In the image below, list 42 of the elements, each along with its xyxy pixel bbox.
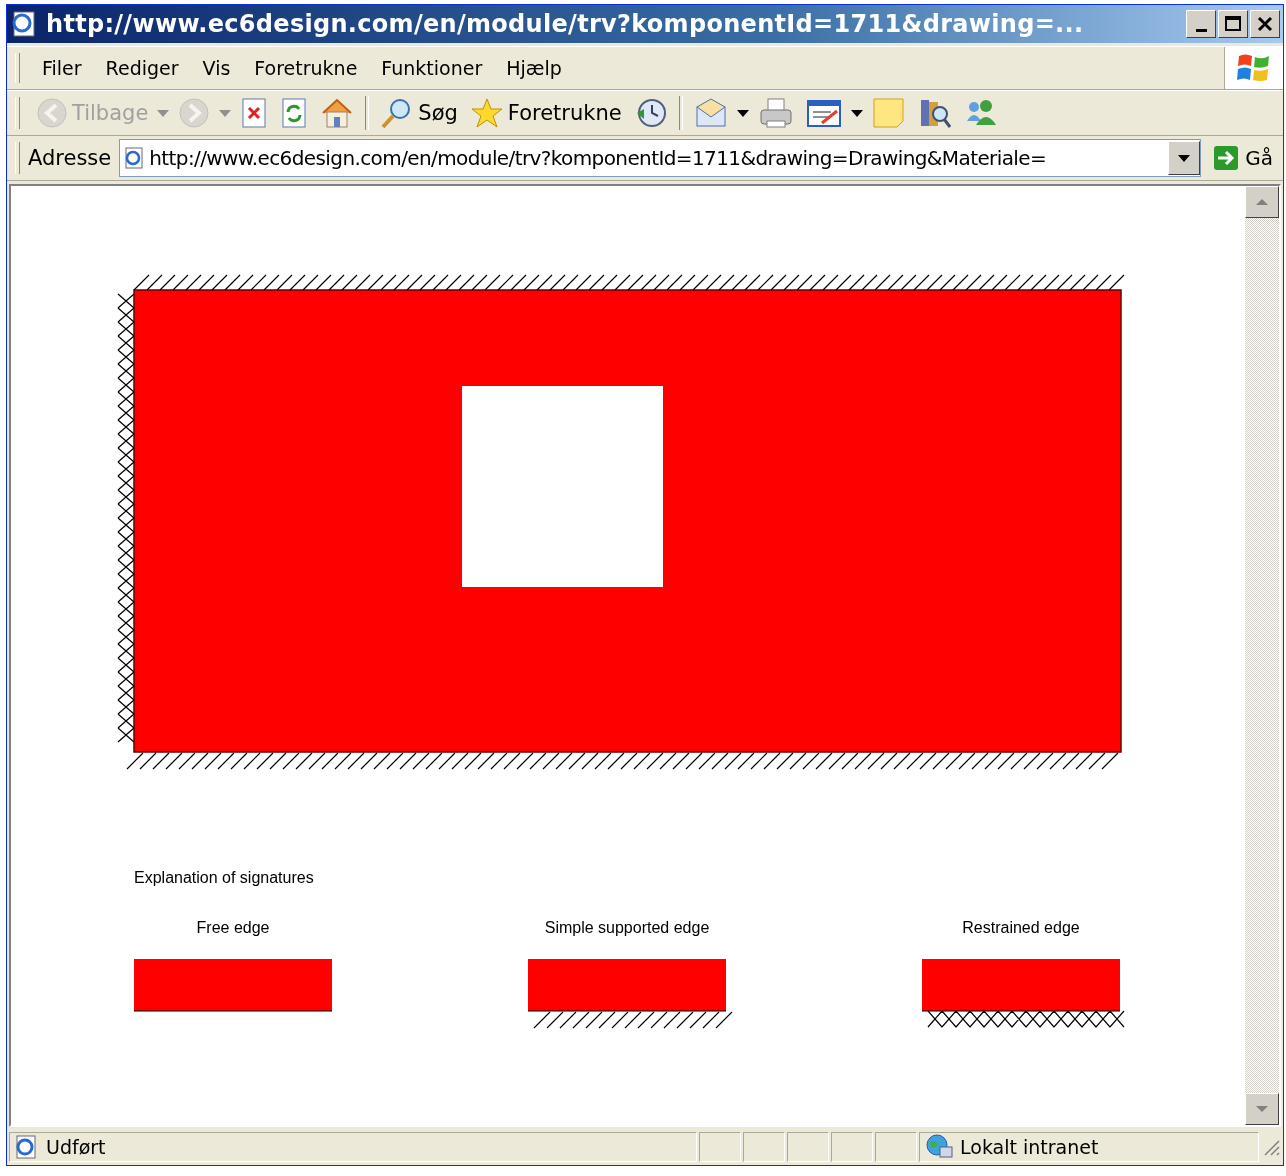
- close-button[interactable]: [1250, 10, 1280, 38]
- status-panel: [787, 1132, 829, 1162]
- legend-label: Restrained edge: [962, 919, 1080, 936]
- maximize-icon: [1224, 15, 1242, 33]
- scroll-down-button[interactable]: [1245, 1093, 1279, 1125]
- arrow-right-icon: [1213, 145, 1240, 171]
- status-text: Udført: [46, 1136, 106, 1158]
- dropdown-caret-icon[interactable]: [735, 108, 750, 118]
- window-flag-logo-icon: [1236, 52, 1272, 84]
- caret-icon: [1177, 153, 1192, 163]
- menu-item[interactable]: Rediger: [93, 55, 191, 81]
- legend-title: Explanation of signatures: [134, 869, 314, 886]
- menu-item[interactable]: Hjælp: [494, 55, 574, 81]
- go-button[interactable]: Gå: [1205, 145, 1283, 171]
- legend-label: Free edge: [196, 919, 270, 936]
- dropdown-caret-icon[interactable]: [849, 108, 864, 118]
- page-icon: [123, 146, 146, 170]
- legend-label: Simple supported edge: [544, 919, 710, 936]
- status-panel: [875, 1132, 917, 1162]
- scroll-up-button[interactable]: [1245, 186, 1279, 218]
- maximize-button[interactable]: [1218, 10, 1248, 38]
- address-label: Adresse: [28, 146, 112, 170]
- address-field[interactable]: http://www.ec6design.com/en/module/trv?komponentId=1711&drawing=Drawing&Materiale=: [119, 139, 1202, 177]
- menu-item[interactable]: Foretrukne: [242, 55, 370, 81]
- status-panel: [831, 1132, 873, 1162]
- menu-item[interactable]: Funktioner: [369, 55, 495, 81]
- status-panel: [743, 1132, 785, 1162]
- zone-label: Lokalt intranet: [960, 1136, 1099, 1158]
- menu-item[interactable]: Filer: [30, 55, 94, 81]
- down-arrow-icon: [1255, 1104, 1269, 1114]
- favorites-toolbar-button[interactable]: Foretrukne: [465, 95, 626, 131]
- close-icon: [1256, 15, 1274, 33]
- menu-item[interactable]: Vis: [190, 55, 243, 81]
- up-arrow-icon: [1255, 197, 1269, 207]
- minimize-button[interactable]: [1186, 10, 1216, 38]
- star-icon[interactable]: [469, 97, 504, 129]
- window-title: http://www.ec6design.com/en/module/trv?komponentId=1711&drawing=...: [46, 10, 1085, 38]
- dropdown-button[interactable]: [1168, 141, 1201, 175]
- search-toolbar-button[interactable]: Søg: [376, 95, 462, 131]
- minimize-icon: [1195, 28, 1207, 32]
- status-panel: [699, 1132, 741, 1162]
- globe-monitor-icon: [924, 1133, 954, 1161]
